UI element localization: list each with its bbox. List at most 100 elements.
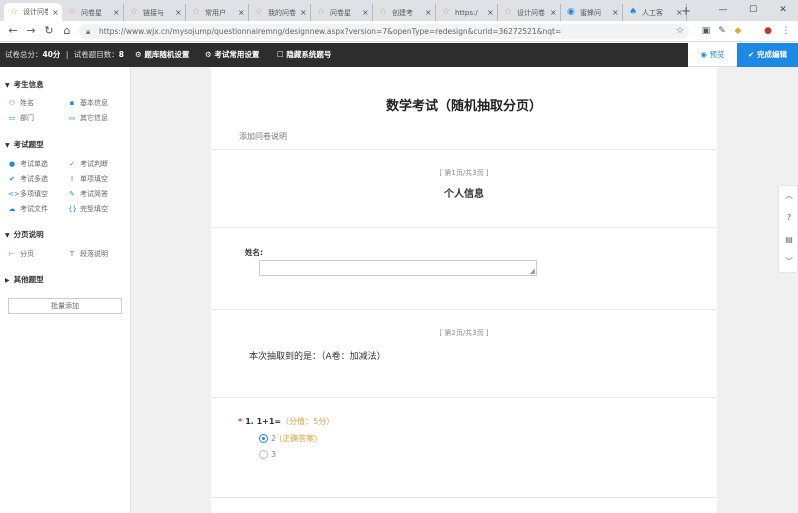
close-tab-icon[interactable]: × — [362, 8, 372, 17]
close-tab-icon[interactable]: × — [300, 8, 310, 17]
tab-9[interactable]: ◉ 蜜蜂问 × — [561, 4, 623, 21]
preview-button[interactable]: ◉ 预览 — [688, 43, 737, 67]
close-tab-icon[interactable]: × — [238, 8, 248, 17]
menu-icon[interactable]: ⋮ — [780, 25, 792, 37]
star-icon: ☆ — [10, 6, 19, 17]
back-icon[interactable]: ← — [6, 24, 20, 38]
sidebar-item-name[interactable]: ⚇ 姓名 — [8, 98, 34, 108]
sidebar-item-paragraph[interactable]: T 段落说明 — [68, 249, 108, 259]
bookmark-star-icon[interactable]: ☆ — [674, 25, 686, 37]
sidebar-item-single-choice[interactable]: ● 考试单选 — [8, 159, 48, 169]
extension-save-icon[interactable]: ▣ — [700, 25, 712, 37]
close-tab-icon[interactable]: × — [487, 8, 497, 17]
checkmark-icon: ✔ — [9, 175, 15, 183]
q-icon: ◉ — [567, 7, 575, 17]
tab-2[interactable]: ☆ 链接与 × — [124, 4, 186, 21]
page-2-label: [ 第2页/共3页 ] — [439, 329, 489, 337]
page-break-icon: ⊢ — [8, 250, 16, 258]
address-bar[interactable]: 🔒︎ https://www.wjx.cn/mysojump/questionn… — [79, 24, 689, 39]
help-icon[interactable]: ? — [779, 208, 798, 228]
tab-5[interactable]: ☆ 问卷星 × — [311, 4, 373, 21]
sidebar-item-other-info[interactable]: ▭ 其它信息 — [68, 113, 108, 123]
sidebar-item-page-break[interactable]: ⊢ 分页 — [8, 249, 34, 259]
reload-icon[interactable]: ↻ — [42, 24, 56, 38]
random-settings-button[interactable]: ⚙︎ 题库随机设置 — [135, 43, 189, 67]
tab-7[interactable]: ☆ https:/ × — [436, 4, 498, 21]
maximize-button[interactable]: ☐ — [738, 2, 768, 18]
sidebar-item-multi-choice[interactable]: ✔ 考试多选 — [8, 174, 48, 184]
close-tab-icon[interactable]: × — [550, 8, 560, 17]
draw-result-text[interactable]: 本次抽取到的是：（A卷：加减法） — [249, 349, 386, 362]
finish-edit-button[interactable]: ✔ 完成编辑 — [737, 43, 798, 67]
star-icon: ☆ — [379, 7, 388, 17]
tab-title: 问卷星 — [81, 8, 102, 17]
star-icon: ☆ — [130, 7, 139, 17]
close-tab-icon[interactable]: × — [175, 8, 185, 17]
tab-1[interactable]: ☆ 问卷星 × — [62, 4, 124, 21]
option-1[interactable]: 2 (正确答案) — [259, 433, 317, 444]
section-pagination[interactable]: ▼ 分页说明 — [5, 229, 44, 240]
forward-icon[interactable]: → — [24, 24, 38, 38]
tab-3[interactable]: ☆ 常用户 × — [186, 4, 249, 21]
batch-add-button[interactable]: 批量添加 — [8, 298, 122, 314]
tab-title: 链接与 — [143, 8, 164, 17]
divider — [211, 397, 717, 398]
home-icon[interactable]: ⌂ — [60, 24, 74, 38]
tab-0[interactable]: ☆ 设计问卷 × — [4, 3, 62, 21]
tab-4[interactable]: ☆ 我的问卷 × — [249, 4, 311, 21]
extension-color-icon[interactable]: ◆ — [732, 25, 744, 37]
radio-icon[interactable] — [259, 450, 268, 459]
sidebar-item-multi-blank[interactable]: <> 多项填空 — [8, 189, 48, 199]
tab-title: 设计问卷 — [517, 8, 545, 17]
extension-pen-icon[interactable]: ✎ — [716, 25, 728, 37]
exam-settings-button[interactable]: ⚙︎ 考试常用设置 — [205, 43, 259, 67]
name-textarea[interactable]: ◢ — [259, 260, 537, 276]
chevron-up-icon[interactable]: ︿ — [779, 186, 798, 206]
option-2[interactable]: 3 — [259, 450, 276, 459]
tab-title: 人工客 — [642, 8, 663, 17]
section-candidate-info[interactable]: ▼ 考生信息 — [5, 79, 44, 90]
tab-10[interactable]: ♠ 人工客 × — [623, 4, 687, 21]
close-tab-icon[interactable]: × — [52, 8, 62, 17]
radio-selected-icon[interactable] — [259, 434, 268, 443]
survey-description[interactable]: 添加问卷说明 — [239, 131, 287, 142]
tab-8[interactable]: ☆ 设计问卷 × — [498, 4, 561, 21]
close-window-button[interactable]: ✕ — [768, 2, 798, 18]
profile-avatar[interactable]: ● — [762, 25, 774, 37]
star-icon: ☆ — [442, 7, 451, 17]
chat-icon[interactable]: ▤ — [779, 230, 798, 250]
sidebar-item-file[interactable]: ☁ 考试文件 — [8, 204, 49, 214]
hide-numbers-label: 隐藏系统题号 — [286, 50, 332, 59]
close-tab-icon[interactable]: × — [425, 8, 435, 17]
name-field-label: 姓名: — [245, 248, 263, 257]
text-cursor-icon: I — [70, 175, 74, 183]
sidebar-item-cloze[interactable]: {} 完型填空 — [68, 204, 108, 214]
page-1-label: [ 第1页/共3页 ] — [439, 169, 489, 177]
section-other-types[interactable]: ▶ 其他题型 — [5, 274, 44, 285]
divider — [211, 149, 717, 150]
survey-title[interactable]: 数学考试（随机抽取分页） — [211, 95, 717, 114]
tab-title: 创建考 — [392, 8, 413, 17]
tab-6[interactable]: ☆ 创建考 × — [373, 4, 436, 21]
sidebar-item-basic-info[interactable]: ▪ 基本信息 — [68, 98, 108, 108]
new-tab-button[interactable]: + — [679, 4, 693, 18]
minimize-button[interactable]: — — [708, 2, 738, 18]
check-icon: ✓ — [69, 160, 75, 168]
chevron-down-icon[interactable]: ﹀ — [779, 252, 798, 272]
sidebar-item-true-false[interactable]: ✓ 考试判断 — [68, 159, 108, 169]
section-exam-types[interactable]: ▼ 考试题型 — [5, 139, 44, 150]
hide-numbers-toggle[interactable]: ☐ 隐藏系统题号 — [277, 43, 331, 67]
option-1-label: 2 — [271, 434, 277, 443]
person-icon: ⚇ — [8, 99, 16, 107]
close-tab-icon[interactable]: × — [612, 8, 622, 17]
sidebar-item-department[interactable]: ⚏ 部门 — [8, 113, 34, 123]
lock-icon: 🔒︎ — [86, 27, 91, 36]
resize-grip-icon[interactable]: ◢ — [530, 267, 535, 275]
sidebar-item-single-blank[interactable]: I 单项填空 — [68, 174, 108, 184]
sidebar-item-short-answer[interactable]: ✎ 考试简答 — [68, 189, 108, 199]
browser-tab-strip: ☆ 设计问卷 × ☆ 问卷星 × ☆ 链接与 × ☆ 常用户 × ☆ 我的问卷 × ☆ 问卷星 × ☆ 创建考 × ☆ ht… — [0, 0, 798, 21]
required-marker: * — [238, 417, 243, 426]
close-tab-icon[interactable]: × — [113, 8, 123, 17]
question-1-title[interactable]: * 1. 1+1=（分值：5分） — [238, 416, 334, 427]
page-1-title[interactable]: 个人信息 — [211, 185, 717, 200]
